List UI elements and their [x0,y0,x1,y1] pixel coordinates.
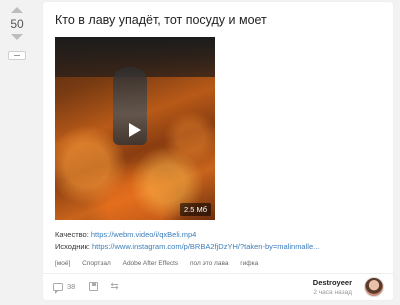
tag-item[interactable]: гифка [240,260,258,267]
vote-up-arrow-icon[interactable] [11,7,23,13]
tag-item[interactable]: Adobe After Effects [123,260,179,267]
source-label: Исходник: [55,242,90,251]
collapse-button[interactable] [8,51,26,60]
tag-item[interactable]: [моё] [55,260,70,267]
vote-down-arrow-icon[interactable] [11,34,23,40]
post-time: 2 часа назад [313,289,352,296]
quality-label: Качество: [55,230,89,239]
footer-divider [43,273,393,274]
quality-link[interactable]: https://webm.video/i/qxBeli.mp4 [91,230,196,239]
quality-line: Качество: https://webm.video/i/qxBeli.mp… [55,230,196,239]
tag-item[interactable]: пол это лава [190,260,229,267]
video-player[interactable]: 2.5 Мб [55,37,215,220]
share-icon[interactable]: ⇆ [110,282,118,292]
comments-count[interactable]: 38 [67,282,75,291]
post-title[interactable]: Кто в лаву упадёт, тот посуду и моет [55,13,267,27]
post-actions: 38 ⇆ [53,282,119,294]
source-link[interactable]: https://www.instagram.com/p/BRBA2fjDzYH/… [92,242,319,251]
comment-icon[interactable] [53,282,63,294]
author-info: Destroyeer 2 часа назад [313,278,352,296]
post-rating: 50 [10,17,24,31]
save-icon[interactable] [89,282,99,291]
tag-item[interactable]: Спортзал [82,260,111,267]
post-card: Кто в лаву упадёт, тот посуду и моет 2.5… [43,2,393,300]
video-size-badge: 2.5 Мб [179,203,211,216]
vote-column: 50 [0,0,34,305]
author-name[interactable]: Destroyeer [313,278,352,287]
tag-list: [моё] Спортзал Adobe After Effects пол э… [55,260,268,267]
play-icon[interactable] [129,123,141,137]
source-line: Исходник: https://www.instagram.com/p/BR… [55,242,319,251]
avatar[interactable] [364,277,384,297]
